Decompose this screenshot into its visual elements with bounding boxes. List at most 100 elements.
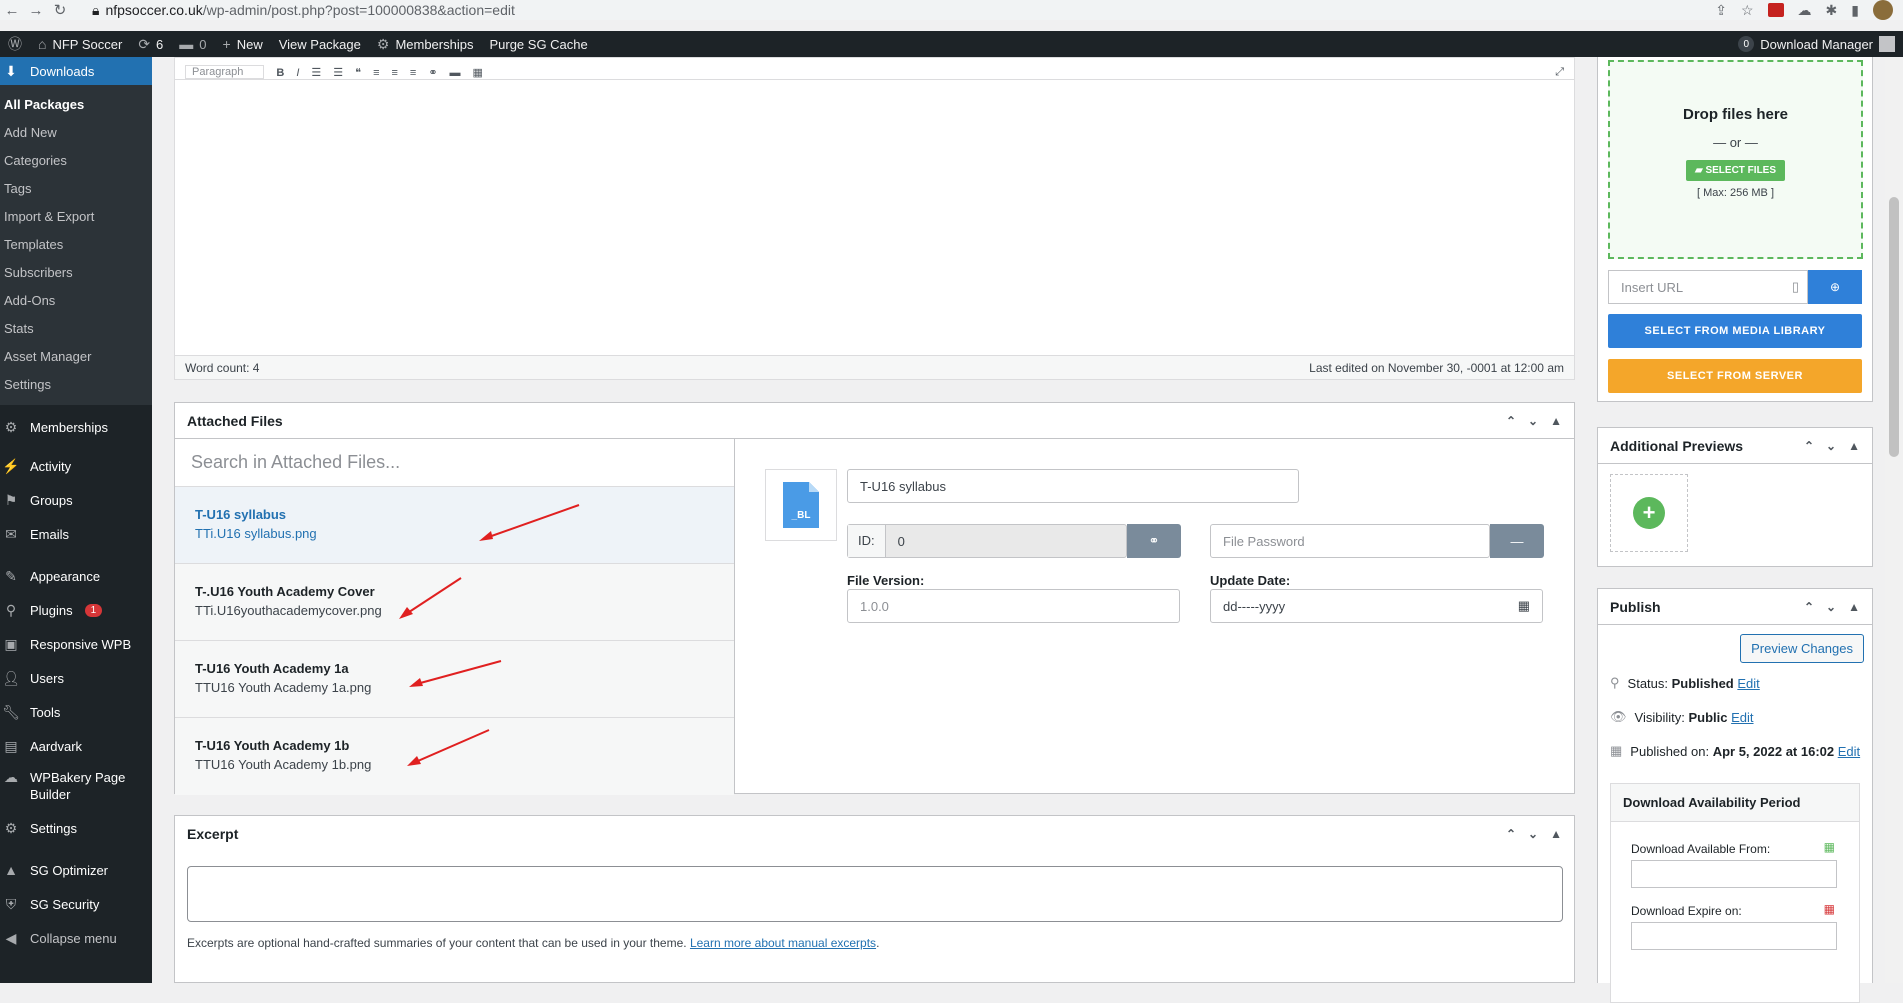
file-dropzone[interactable]: Drop files here — or — ▰ SELECT FILES [ … <box>1608 60 1863 259</box>
sidebar-item-appearance[interactable]: ✎ Appearance <box>0 559 152 593</box>
add-preview-button[interactable]: + <box>1610 474 1688 552</box>
edit-status-link[interactable]: Edit <box>1737 676 1759 691</box>
align-left-icon[interactable]: ≡ <box>373 67 379 79</box>
submenu-all-packages[interactable]: All Packages <box>0 91 152 119</box>
numbered-list-icon[interactable]: ☰ <box>333 66 343 79</box>
toggle-panel-icon[interactable]: ▲ <box>1550 827 1562 841</box>
list-item[interactable]: T-U16 syllabus TTi.U16 syllabus.png <box>175 487 734 564</box>
sidebar-item-wpbakery[interactable]: ☁ WPBakery Page Builder <box>0 763 152 811</box>
align-right-icon[interactable]: ≡ <box>410 67 416 79</box>
insert-url-button[interactable]: ⊕ <box>1808 270 1862 304</box>
preview-changes-button[interactable]: Preview Changes <box>1740 634 1864 663</box>
available-from-input[interactable] <box>1631 860 1837 888</box>
submenu-asset-manager[interactable]: Asset Manager <box>0 343 152 371</box>
move-up-icon[interactable]: ⌃ <box>1506 827 1516 841</box>
format-select[interactable]: Paragraph <box>185 65 265 79</box>
edit-visibility-link[interactable]: Edit <box>1731 710 1753 725</box>
address-bar[interactable]: 🔒︎ nfpsoccer.co.uk/wp-admin/post.php?pos… <box>92 2 515 19</box>
toggle-panel-icon[interactable]: ▲ <box>1848 439 1860 453</box>
move-down-icon[interactable]: ⌄ <box>1826 600 1836 614</box>
file-version-input[interactable]: 1.0.0 <box>847 589 1180 623</box>
submenu-subscribers[interactable]: Subscribers <box>0 259 152 287</box>
list-item[interactable]: T-U16 Youth Academy 1b TTU16 Youth Acade… <box>175 718 734 795</box>
reload-icon[interactable]: ↻ <box>48 1 72 19</box>
calendar-check-icon[interactable]: ▦ <box>1824 840 1835 854</box>
link-icon[interactable]: ⚭ <box>428 66 437 79</box>
sidebar-item-users[interactable]: 👤︎ Users <box>0 661 152 695</box>
updates-link[interactable]: ⟳ 6 <box>130 31 171 57</box>
view-package-link[interactable]: View Package <box>271 31 369 57</box>
memberships-link[interactable]: ⚙ Memberships <box>369 31 482 57</box>
new-content-link[interactable]: + New <box>215 31 271 57</box>
sidebar-item-tools[interactable]: 🔧︎ Tools <box>0 695 152 729</box>
move-down-icon[interactable]: ⌄ <box>1826 439 1836 453</box>
extension-sync-icon[interactable]: ☁ <box>1798 2 1812 19</box>
sidebar-item-memberships[interactable]: ⚙ Memberships <box>0 413 152 441</box>
sidebar-item-aardvark[interactable]: ▤ Aardvark <box>0 729 152 763</box>
align-center-icon[interactable]: ≡ <box>391 67 397 79</box>
toolbar-toggle-icon[interactable]: ▦ <box>473 66 483 79</box>
move-up-icon[interactable]: ⌃ <box>1804 600 1814 614</box>
file-title-input[interactable]: T-U16 syllabus <box>847 469 1299 503</box>
sidebar-item-responsive-wpb[interactable]: ▣ Responsive WPB <box>0 627 152 661</box>
fullscreen-icon[interactable]: ⤢ <box>1555 66 1564 79</box>
quote-icon[interactable]: ❝ <box>355 66 361 79</box>
submenu-settings[interactable]: Settings <box>0 371 152 399</box>
profile-avatar[interactable] <box>1873 0 1893 20</box>
move-down-icon[interactable]: ⌄ <box>1528 827 1538 841</box>
sidebar-item-settings[interactable]: ⚙ Settings <box>0 811 152 845</box>
back-icon[interactable]: ← <box>0 2 24 19</box>
forward-icon[interactable]: → <box>24 2 48 19</box>
sidebar-item-activity[interactable]: ⚡ Activity <box>0 449 152 483</box>
file-password-input[interactable]: File Password <box>1210 524 1490 558</box>
collapse-menu-button[interactable]: ◀ Collapse menu <box>0 921 152 955</box>
download-manager-link[interactable]: 0 Download Manager <box>1730 31 1903 57</box>
site-name-link[interactable]: ⌂ NFP Soccer <box>30 31 130 57</box>
comments-link[interactable]: ▬ 0 <box>171 31 214 57</box>
update-date-input[interactable]: dd-----yyyy ▦ <box>1210 589 1543 623</box>
generate-password-button[interactable]: — <box>1490 524 1544 558</box>
move-down-icon[interactable]: ⌄ <box>1528 414 1538 428</box>
file-id-field[interactable]: ID: 0 <box>847 524 1127 558</box>
submenu-tags[interactable]: Tags <box>0 175 152 203</box>
italic-icon[interactable]: I <box>296 67 299 79</box>
sidebar-item-sg-optimizer[interactable]: ▲ SG Optimizer <box>0 853 152 887</box>
sidebar-item-sg-security[interactable]: ⛨ SG Security <box>0 887 152 921</box>
excerpt-textarea[interactable] <box>187 866 1563 922</box>
toggle-panel-icon[interactable]: ▲ <box>1848 600 1860 614</box>
more-icon[interactable]: ▬ <box>450 67 461 79</box>
clipboard-icon[interactable]: ▯ <box>1792 279 1799 295</box>
expire-on-input[interactable] <box>1631 922 1837 950</box>
share-icon[interactable]: ⇪ <box>1715 2 1727 19</box>
move-up-icon[interactable]: ⌃ <box>1804 439 1814 453</box>
edit-date-link[interactable]: Edit <box>1838 744 1860 759</box>
page-scrollbar[interactable] <box>1885 57 1903 983</box>
attached-files-search[interactable]: Search in Attached Files... <box>175 439 734 487</box>
select-files-button[interactable]: ▰ SELECT FILES <box>1685 160 1786 181</box>
excerpt-learn-more-link[interactable]: Learn more about manual excerpts <box>690 936 876 950</box>
extension-red-icon[interactable] <box>1767 3 1784 17</box>
submenu-add-new[interactable]: Add New <box>0 119 152 147</box>
extensions-puzzle-icon[interactable]: ✱ <box>1826 2 1838 19</box>
bold-icon[interactable]: B <box>276 67 284 79</box>
toggle-panel-icon[interactable]: ▲ <box>1550 414 1562 428</box>
insert-url-input[interactable]: Insert URL ▯ <box>1608 270 1808 304</box>
sidebar-item-downloads[interactable]: ⬇ Downloads <box>0 57 152 85</box>
bookmark-star-icon[interactable]: ☆ <box>1741 2 1754 19</box>
calendar-x-icon[interactable]: ▦ <box>1824 902 1835 916</box>
submenu-stats[interactable]: Stats <box>0 315 152 343</box>
scrollbar-thumb[interactable] <box>1889 197 1899 457</box>
select-media-library-button[interactable]: SELECT FROM MEDIA LIBRARY <box>1608 314 1862 348</box>
submenu-categories[interactable]: Categories <box>0 147 152 175</box>
purge-cache-link[interactable]: Purge SG Cache <box>481 31 595 57</box>
bullet-list-icon[interactable]: ☰ <box>311 66 321 79</box>
sidebar-item-emails[interactable]: ✉ Emails <box>0 517 152 551</box>
sidebar-item-groups[interactable]: ⚑ Groups <box>0 483 152 517</box>
calendar-icon[interactable]: ▦ <box>1518 598 1530 614</box>
sidebar-item-plugins[interactable]: ⚲ Plugins 1 <box>0 593 152 627</box>
submenu-import-export[interactable]: Import & Export <box>0 203 152 231</box>
wp-logo[interactable]: Ⓦ <box>0 31 30 57</box>
submenu-add-ons[interactable]: Add-Ons <box>0 287 152 315</box>
list-item[interactable]: T-.U16 Youth Academy Cover TTi.U16youtha… <box>175 564 734 641</box>
submenu-templates[interactable]: Templates <box>0 231 152 259</box>
